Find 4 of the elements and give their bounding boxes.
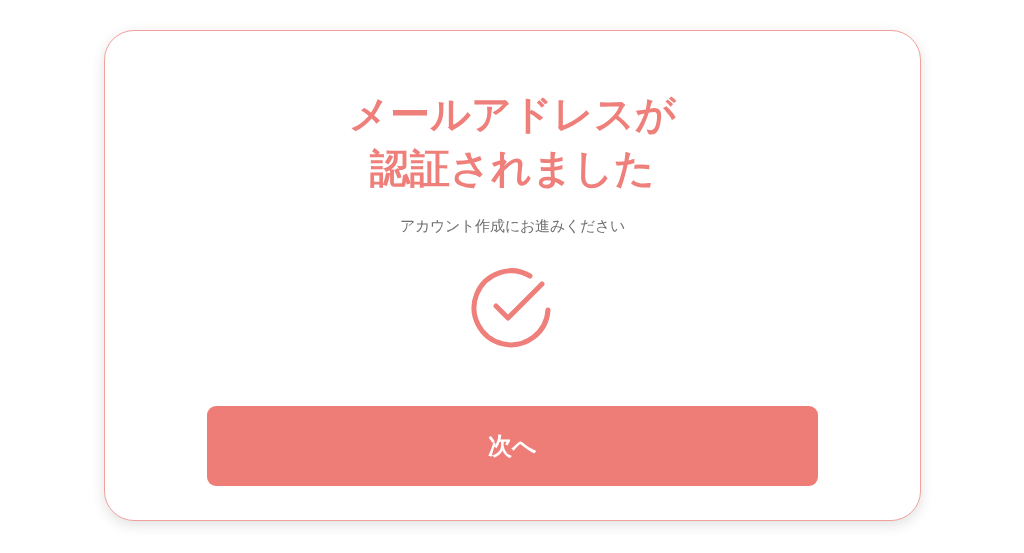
heading-line: 認証されました — [369, 144, 655, 193]
heading-line: メールアドレスが — [348, 90, 676, 139]
next-button[interactable]: 次へ — [206, 406, 818, 486]
subtitle: アカウント作成にお進みください — [399, 217, 625, 236]
